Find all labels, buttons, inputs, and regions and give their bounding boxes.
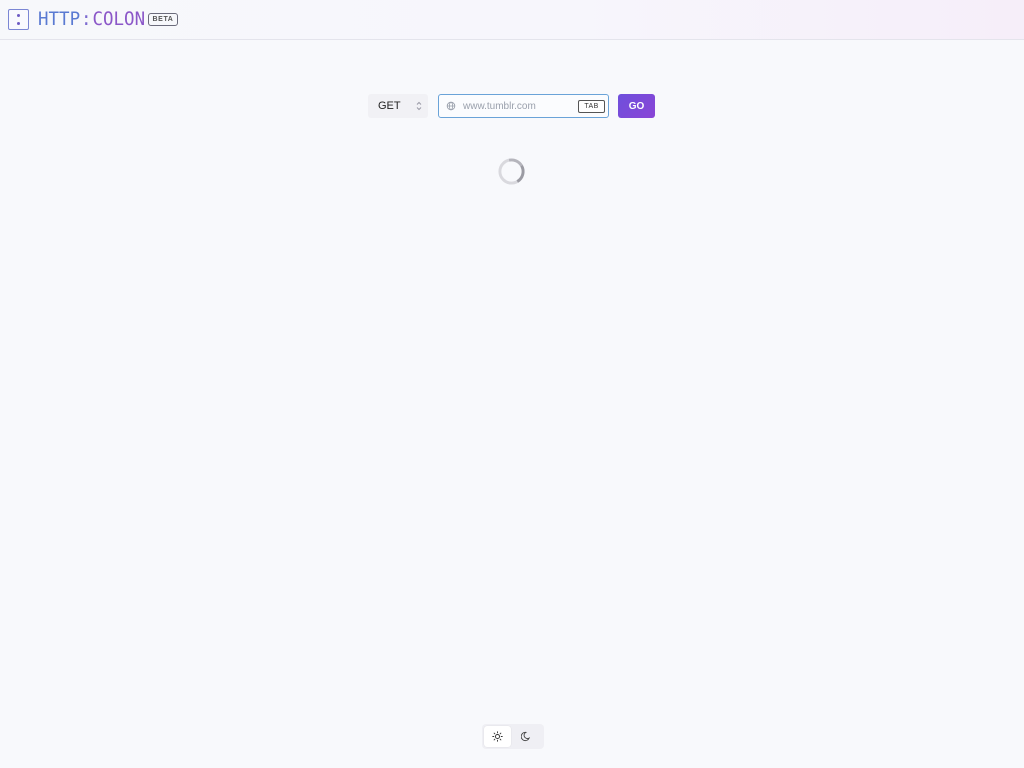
logo-dot-bottom — [17, 22, 20, 25]
go-button[interactable]: GO — [618, 94, 655, 118]
light-theme-button[interactable] — [484, 726, 511, 747]
theme-toggle — [482, 724, 544, 749]
method-select[interactable]: GET — [368, 94, 428, 118]
spinner-icon — [498, 158, 525, 185]
method-value: GET — [378, 100, 401, 112]
app-header: HTTP : COLON BETA — [0, 0, 1024, 40]
tab-key-hint: TAB — [578, 100, 605, 113]
url-field[interactable]: TAB — [438, 94, 609, 118]
logo-dot-top — [17, 14, 20, 17]
logo-text-colon: : — [81, 8, 92, 30]
globe-icon — [446, 101, 456, 111]
app-logo-text[interactable]: HTTP : COLON — [38, 8, 145, 30]
colon-logo-icon[interactable] — [8, 9, 29, 30]
moon-icon — [521, 731, 531, 742]
beta-badge: BETA — [148, 13, 178, 26]
logo-text-http: HTTP — [38, 8, 81, 30]
chevron-updown-icon — [416, 101, 422, 111]
sun-icon — [492, 731, 503, 742]
dark-theme-button[interactable] — [513, 726, 540, 747]
url-input[interactable] — [463, 98, 573, 114]
logo-text-colon-word: COLON — [92, 8, 146, 30]
